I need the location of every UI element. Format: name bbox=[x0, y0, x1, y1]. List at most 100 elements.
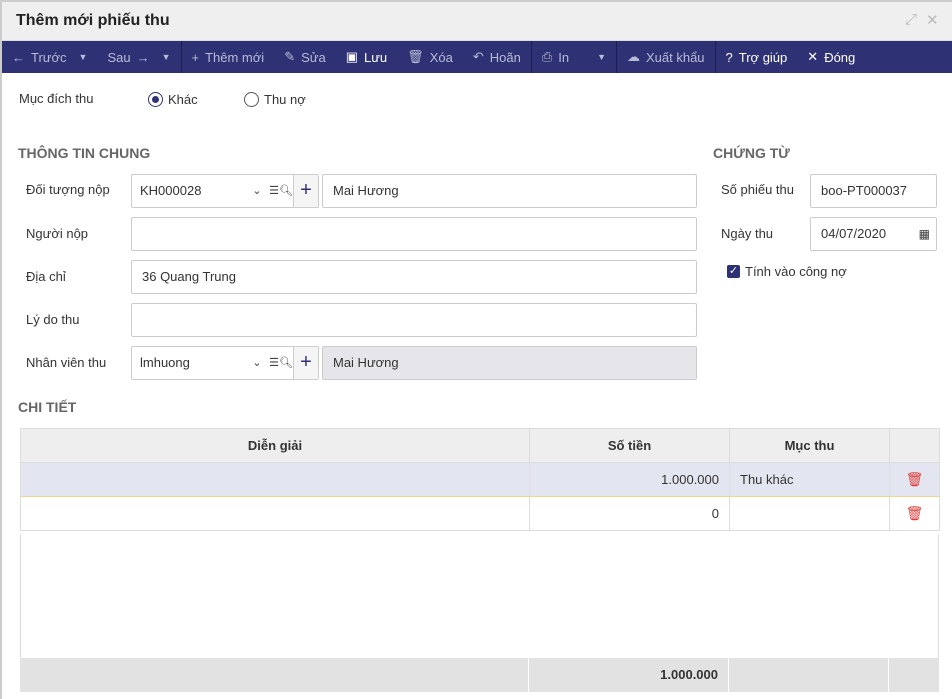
date-label: Ngày thu bbox=[721, 226, 774, 241]
delete-label: Xóa bbox=[429, 49, 453, 65]
cell-category[interactable]: Thu khác bbox=[729, 462, 890, 497]
debt-checkbox[interactable]: ✓ Tính vào công nợ bbox=[727, 264, 847, 279]
date-value: 04/07/2020 bbox=[821, 226, 887, 241]
export-button[interactable]: ☁ Xuất khẩu bbox=[617, 41, 715, 73]
dialog-title: Thêm mới phiếu thu bbox=[16, 12, 170, 29]
title-bar: Thêm mới phiếu thu ⤢ ✕ bbox=[2, 2, 952, 41]
address-label: Địa chỉ bbox=[26, 269, 66, 284]
general-section-title: THÔNG TIN CHUNG bbox=[18, 145, 151, 161]
next-label: Sau bbox=[107, 49, 131, 65]
column-amount: Số tiền bbox=[529, 428, 730, 463]
calendar-icon[interactable]: ▦ bbox=[919, 218, 930, 250]
undo-icon: ↶ bbox=[472, 49, 484, 64]
add-button[interactable]: + Thêm mới bbox=[182, 41, 275, 73]
undo-label: Hoãn bbox=[489, 49, 521, 65]
table-empty-area bbox=[20, 534, 939, 658]
table-row[interactable]: 0 🗑 bbox=[20, 496, 940, 531]
export-label: Xuất khẩu bbox=[645, 49, 705, 65]
voucher-section-title: CHỨNG TỪ bbox=[713, 145, 790, 161]
debt-label: Tính vào công nợ bbox=[745, 264, 847, 279]
detail-section-title: CHI TIẾT bbox=[18, 399, 77, 415]
radio-other[interactable]: Khác bbox=[148, 92, 198, 107]
date-input[interactable]: 04/07/2020 ▦ bbox=[810, 217, 937, 251]
close-label: Đóng bbox=[824, 49, 856, 65]
undo-button[interactable]: ↶ Hoãn bbox=[463, 41, 531, 73]
payer-label: Đối tượng nộp bbox=[26, 182, 110, 197]
delete-button[interactable]: 🗑 Xóa bbox=[397, 41, 463, 73]
trash-icon[interactable]: 🗑 bbox=[889, 462, 940, 497]
next-button[interactable]: Sau → ▼ bbox=[97, 41, 180, 73]
column-description: Diễn giải bbox=[20, 428, 530, 463]
close-button[interactable]: ✕ Đóng bbox=[797, 41, 865, 73]
caret-down-icon[interactable]: ▼ bbox=[79, 52, 88, 62]
radio-debt-label: Thu nợ bbox=[264, 92, 306, 107]
print-button[interactable]: ⎙ In ▼ bbox=[532, 41, 616, 73]
staff-name-input: Mai Hương bbox=[322, 346, 697, 380]
plus-icon: + bbox=[191, 49, 200, 65]
address-input[interactable]: 36 Quang Trung bbox=[131, 260, 697, 294]
voucher-number-label: Số phiếu thu bbox=[721, 182, 795, 197]
search-icon[interactable]: ☰🔍︎ bbox=[269, 175, 293, 207]
cell-description[interactable] bbox=[20, 496, 530, 531]
dialog-window: Thêm mới phiếu thu ⤢ ✕ ← Trước ▼ Sau → ▼ + Th… bbox=[0, 0, 952, 699]
column-actions bbox=[889, 428, 940, 463]
cell-amount[interactable]: 0 bbox=[529, 496, 730, 531]
printer-icon: ⎙ bbox=[541, 49, 553, 64]
checkbox-checked-icon: ✓ bbox=[727, 265, 740, 278]
add-staff-button[interactable]: + bbox=[293, 347, 318, 379]
payer-combo[interactable]: KH000028 ⌄ ☰🔍︎ + bbox=[131, 174, 319, 208]
cell-amount[interactable]: 1.000.000 bbox=[529, 462, 730, 497]
radio-unchecked-icon bbox=[244, 92, 259, 107]
total-amount: 1.000.000 bbox=[529, 658, 729, 692]
add-label: Thêm mới bbox=[205, 49, 265, 65]
person-input[interactable] bbox=[131, 217, 697, 251]
payer-name-input[interactable]: Mai Hương bbox=[322, 174, 697, 208]
chevron-down-icon[interactable]: ⌄ bbox=[245, 347, 269, 379]
edit-button[interactable]: ✎ Sửa bbox=[274, 41, 336, 73]
table-header: Diễn giải Số tiền Mục thu bbox=[20, 428, 940, 463]
reason-input[interactable] bbox=[131, 303, 697, 337]
help-icon: ? bbox=[725, 49, 733, 65]
arrow-left-icon: ← bbox=[12, 49, 25, 65]
save-icon: ▣ bbox=[345, 49, 358, 64]
prev-label: Trước bbox=[31, 49, 67, 65]
staff-code[interactable]: lmhuong bbox=[132, 347, 245, 379]
payer-code[interactable]: KH000028 bbox=[132, 175, 245, 207]
close-icon[interactable]: ✕ bbox=[926, 11, 939, 29]
footer-spacer bbox=[729, 658, 889, 692]
maximize-icon[interactable]: ⤢ bbox=[905, 11, 917, 28]
purpose-label: Mục đích thu bbox=[19, 91, 94, 106]
reason-label: Lý do thu bbox=[26, 312, 80, 327]
chevron-down-icon[interactable]: ⌄ bbox=[245, 175, 269, 207]
arrow-right-icon: → bbox=[136, 49, 150, 65]
prev-button[interactable]: ← Trước ▼ bbox=[2, 41, 97, 73]
radio-checked-icon bbox=[148, 92, 163, 107]
edit-label: Sửa bbox=[301, 49, 326, 65]
cloud-upload-icon: ☁ bbox=[626, 49, 640, 64]
caret-down-icon[interactable]: ▼ bbox=[162, 52, 171, 62]
voucher-number-input[interactable]: boo-PT000037 bbox=[810, 174, 937, 208]
staff-label: Nhân viên thu bbox=[26, 355, 107, 370]
detail-table: Diễn giải Số tiền Mục thu 1.000.000 Thu … bbox=[20, 428, 940, 531]
cell-description[interactable] bbox=[20, 462, 530, 497]
pencil-icon: ✎ bbox=[284, 49, 296, 64]
toolbar: ← Trước ▼ Sau → ▼ + Thêm mới ✎ Sửa ▣ Lưu 🗑 Xóa ↶… bbox=[2, 41, 952, 73]
table-footer: 1.000.000 bbox=[20, 658, 939, 692]
radio-debt[interactable]: Thu nợ bbox=[244, 92, 306, 107]
x-icon: ✕ bbox=[807, 49, 819, 64]
print-label: In bbox=[558, 49, 570, 65]
help-button[interactable]: ? Trợ giúp bbox=[716, 41, 798, 73]
column-category: Mục thu bbox=[729, 428, 890, 463]
staff-combo[interactable]: lmhuong ⌄ ☰🔍︎ + bbox=[131, 346, 319, 380]
save-button[interactable]: ▣ Lưu bbox=[336, 41, 397, 73]
table-row[interactable]: 1.000.000 Thu khác 🗑 bbox=[20, 462, 940, 497]
caret-down-icon[interactable]: ▼ bbox=[597, 52, 606, 62]
search-icon[interactable]: ☰🔍︎ bbox=[269, 347, 293, 379]
save-label: Lưu bbox=[364, 49, 388, 65]
cell-category[interactable] bbox=[729, 496, 890, 531]
trash-icon[interactable]: 🗑 bbox=[889, 496, 940, 531]
radio-other-label: Khác bbox=[168, 92, 198, 107]
add-payer-button[interactable]: + bbox=[293, 175, 318, 207]
person-label: Người nộp bbox=[26, 226, 89, 241]
trash-icon: 🗑 bbox=[407, 49, 424, 64]
